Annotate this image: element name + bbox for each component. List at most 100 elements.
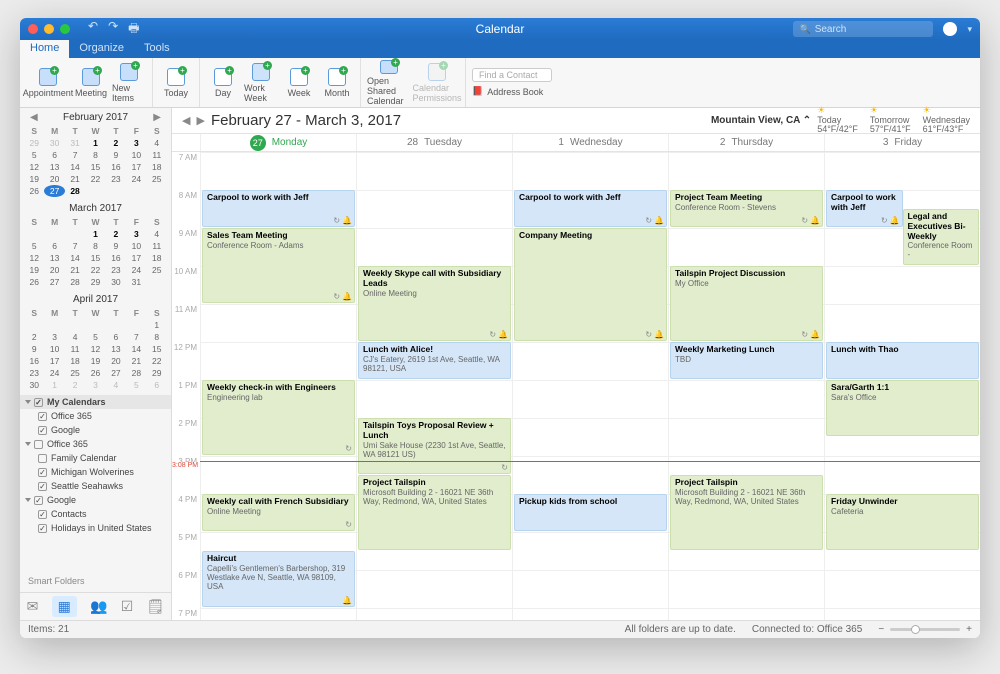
- checkbox[interactable]: [38, 412, 47, 421]
- smart-folders[interactable]: Smart Folders: [20, 570, 171, 592]
- calendar-group[interactable]: Office 365: [20, 437, 171, 451]
- calendar-event[interactable]: Weekly call with French SubsidiaryOnline…: [202, 494, 355, 531]
- calendar-item[interactable]: Michigan Wolverines: [20, 465, 171, 479]
- calendar-grid[interactable]: 7 AM8 AM9 AM10 AM11 AM12 PM1 PM2 PM3 PM4…: [172, 152, 980, 620]
- calendar-event[interactable]: Lunch with Alice!CJ's Eatery, 2619 1st A…: [358, 342, 511, 379]
- day-columns: Carpool to work with Jeff↻🔔Sales Team Me…: [200, 152, 980, 620]
- calendar-item[interactable]: Google: [20, 423, 171, 437]
- next-week-button[interactable]: ▶: [196, 114, 204, 127]
- calendar-event[interactable]: Tailspin Toys Proposal Review + LunchUmi…: [358, 418, 511, 474]
- day-header[interactable]: 27Monday: [200, 134, 356, 151]
- calendar-event[interactable]: Sara/Garth 1:1Sara's Office: [826, 380, 979, 436]
- day-header[interactable]: 1Wednesday: [512, 134, 668, 151]
- day-column[interactable]: Carpool to work with Jeff↻🔔Company Meeti…: [512, 152, 668, 620]
- calendar-item[interactable]: Office 365: [20, 409, 171, 423]
- day-header[interactable]: 3Friday: [824, 134, 980, 151]
- tab-organize[interactable]: Organize: [69, 40, 134, 58]
- mini-calendar[interactable]: March 2017SMTWTFS12345678910111213141516…: [20, 199, 171, 290]
- new-items-button[interactable]: New Items: [112, 60, 146, 106]
- avatar[interactable]: [943, 22, 957, 36]
- day-column[interactable]: Carpool to work with Jeff↻🔔Sales Team Me…: [200, 152, 356, 620]
- zoom-slider[interactable]: − +: [878, 624, 972, 635]
- checkbox[interactable]: [34, 398, 43, 407]
- day-header[interactable]: 28Tuesday: [356, 134, 512, 151]
- tasks-icon[interactable]: ☑: [121, 598, 134, 615]
- disclosure-icon[interactable]: [25, 498, 31, 502]
- tab-home[interactable]: Home: [20, 40, 69, 58]
- calendar-event[interactable]: Weekly check-in with EngineersEngineerin…: [202, 380, 355, 455]
- day-column[interactable]: Weekly Skype call with Subsidiary LeadsO…: [356, 152, 512, 620]
- checkbox[interactable]: [38, 426, 47, 435]
- weather-location[interactable]: Mountain View, CA ⌃: [711, 115, 811, 126]
- week-view-button[interactable]: Week: [282, 60, 316, 106]
- search-input[interactable]: Search: [793, 21, 933, 37]
- disclosure-icon[interactable]: [25, 400, 31, 404]
- close-icon[interactable]: [28, 24, 38, 34]
- calendar-event[interactable]: Legal and Executives Bi-WeeklyConference…: [903, 209, 980, 265]
- zoom-out-icon[interactable]: −: [878, 624, 884, 635]
- checkbox[interactable]: [38, 482, 47, 491]
- month-view-button[interactable]: Month: [320, 60, 354, 106]
- today-button[interactable]: Today: [159, 60, 193, 106]
- checkbox[interactable]: [38, 524, 47, 533]
- checkbox[interactable]: [34, 440, 43, 449]
- event-indicator-icon: ↻: [489, 330, 496, 339]
- open-shared-calendar-button[interactable]: Open Shared Calendar: [367, 60, 411, 106]
- calendar-icon[interactable]: ▦: [52, 596, 77, 617]
- people-icon[interactable]: 👥: [90, 598, 107, 615]
- calendar-event[interactable]: Carpool to work with Jeff↻🔔: [202, 190, 355, 227]
- calendar-event[interactable]: Project TailspinMicrosoft Building 2 - 1…: [358, 475, 511, 550]
- zoom-icon[interactable]: [60, 24, 70, 34]
- calendar-item[interactable]: Family Calendar: [20, 451, 171, 465]
- zoom-in-icon[interactable]: +: [966, 624, 972, 635]
- day-header[interactable]: 2Thursday: [668, 134, 824, 151]
- mini-calendar[interactable]: ◀February 2017▶SMTWTFS293031123456789101…: [20, 108, 171, 199]
- next-month-icon[interactable]: ▶: [153, 112, 161, 123]
- checkbox[interactable]: [34, 496, 43, 505]
- calendar-group[interactable]: Google: [20, 493, 171, 507]
- calendar-event[interactable]: HaircutCapelli's Gentlemen's Barbershop,…: [202, 551, 355, 607]
- calendar-event[interactable]: Friday UnwinderCafeteria: [826, 494, 979, 550]
- calendar-item[interactable]: Holidays in United States: [20, 521, 171, 535]
- calendar-event[interactable]: Sales Team MeetingConference Room - Adam…: [202, 228, 355, 303]
- minimize-icon[interactable]: [44, 24, 54, 34]
- redo-icon[interactable]: ↷: [108, 19, 118, 40]
- calendar-event[interactable]: Project TailspinMicrosoft Building 2 - 1…: [670, 475, 823, 550]
- calendar-event[interactable]: Project Team MeetingConference Room - St…: [670, 190, 823, 227]
- checkbox[interactable]: [38, 454, 47, 463]
- mini-calendar[interactable]: April 2017SMTWTFS12345678910111213141516…: [20, 290, 171, 393]
- tab-tools[interactable]: Tools: [134, 40, 180, 58]
- meeting-button[interactable]: Meeting: [74, 60, 108, 106]
- find-contact-input[interactable]: Find a Contact: [472, 68, 552, 82]
- calendar-event[interactable]: Weekly Skype call with Subsidiary LeadsO…: [358, 266, 511, 341]
- calendar-event[interactable]: Lunch with Thao: [826, 342, 979, 379]
- prev-week-button[interactable]: ◀: [182, 114, 190, 127]
- calendar-event[interactable]: Company Meeting↻🔔: [514, 228, 667, 341]
- checkbox[interactable]: [38, 510, 47, 519]
- work-week-view-button[interactable]: Work Week: [244, 60, 278, 106]
- undo-icon[interactable]: ↶: [88, 19, 98, 40]
- day-view-button[interactable]: Day: [206, 60, 240, 106]
- event-indicator-icon: ↻: [333, 216, 340, 225]
- checkbox[interactable]: [38, 468, 47, 477]
- calendar-item[interactable]: Contacts: [20, 507, 171, 521]
- calendar-event[interactable]: Carpool to work with Jeff↻🔔: [826, 190, 903, 227]
- disclosure-icon[interactable]: [25, 442, 31, 446]
- print-icon[interactable]: 🖶: [128, 19, 139, 40]
- chevron-down-icon[interactable]: ▾: [967, 24, 972, 35]
- calendar-permissions-button[interactable]: Calendar Permissions: [415, 60, 459, 106]
- calendar-event[interactable]: Pickup kids from school: [514, 494, 667, 531]
- event-indicator-icon: ↻: [333, 292, 340, 301]
- mail-icon[interactable]: ✉: [27, 598, 39, 615]
- appointment-button[interactable]: Appointment: [26, 60, 70, 106]
- day-column[interactable]: Carpool to work with Jeff↻🔔Legal and Exe…: [824, 152, 980, 620]
- day-column[interactable]: Project Team MeetingConference Room - St…: [668, 152, 824, 620]
- calendar-item[interactable]: Seattle Seahawks: [20, 479, 171, 493]
- calendar-event[interactable]: Tailspin Project DiscussionMy Office↻🔔: [670, 266, 823, 341]
- calendar-event[interactable]: Carpool to work with Jeff↻🔔: [514, 190, 667, 227]
- calendar-group[interactable]: My Calendars: [20, 395, 171, 409]
- prev-month-icon[interactable]: ◀: [30, 112, 38, 123]
- notes-icon[interactable]: 🗒: [147, 598, 165, 615]
- calendar-event[interactable]: Weekly Marketing LunchTBD: [670, 342, 823, 379]
- address-book-button[interactable]: 📕Address Book: [472, 86, 543, 97]
